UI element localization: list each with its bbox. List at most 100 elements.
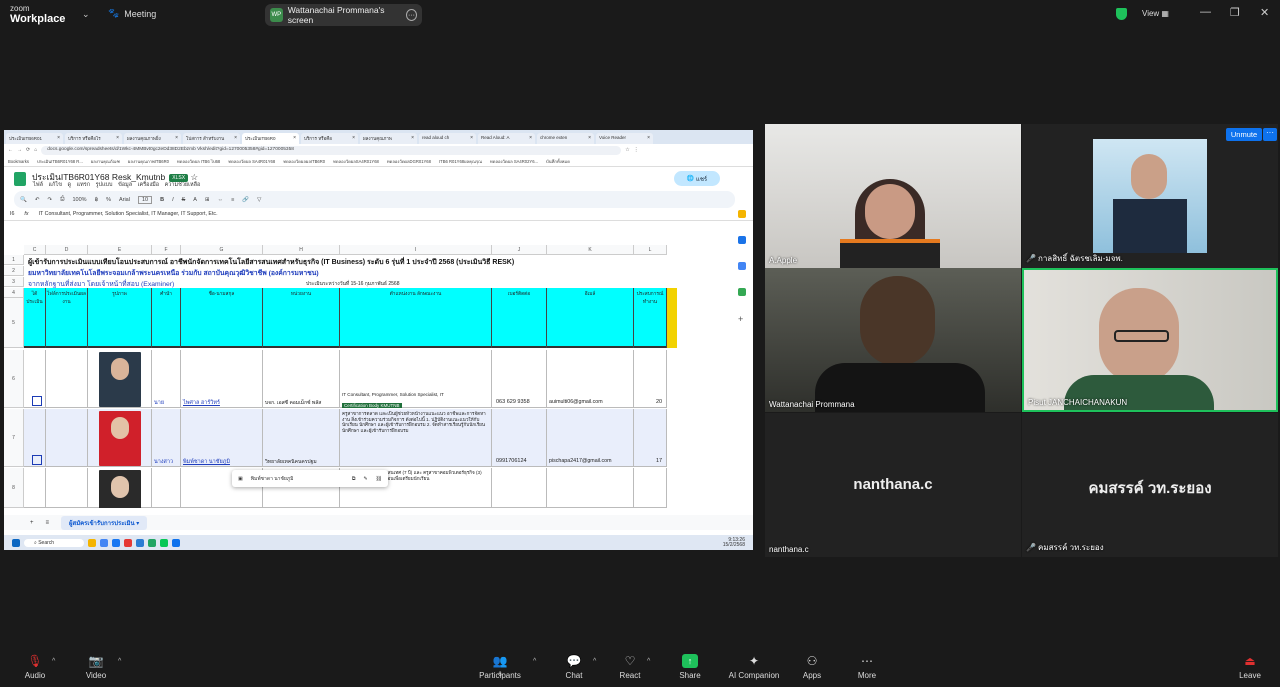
table-header-cell[interactable]: หน่วยงาน (263, 288, 340, 348)
chrome-icon[interactable] (100, 538, 108, 547)
participant-tile-pisut-active-speaker[interactable]: Pisut JANCHAICHANAKUN (1022, 268, 1278, 412)
line-icon[interactable] (160, 538, 168, 547)
table-header-cell[interactable]: เบอร์ติดต่อ (492, 288, 547, 348)
close-tab-icon[interactable]: × (470, 135, 473, 141)
column-header[interactable]: I (340, 245, 492, 255)
taskbar-search[interactable]: ⌕ Search (24, 538, 84, 547)
text-color-icon[interactable]: A (193, 197, 197, 203)
home-icon[interactable]: ⌂ (34, 147, 37, 153)
audio-button[interactable]: 🎙 Audio (5, 654, 65, 680)
bookmark-item[interactable]: ทดลองวัดผล SA4R01Y68 (228, 158, 275, 165)
close-tab-icon[interactable]: × (234, 135, 237, 141)
column-header[interactable]: H (263, 245, 340, 255)
column-header[interactable]: J (492, 245, 547, 255)
table-header-cell[interactable]: ตำแหน่งงาน ลักษณะงาน (340, 288, 492, 348)
more-icon[interactable]: ··· (1263, 128, 1277, 141)
chevron-down-icon[interactable]: ⌄ (82, 9, 90, 20)
react-caret-icon[interactable]: ^ (647, 658, 650, 665)
filter-icon[interactable]: ▽ (257, 197, 261, 203)
close-tab-icon[interactable]: × (588, 135, 591, 141)
unmute-button[interactable]: Unmute (1226, 128, 1262, 141)
meeting-menu[interactable]: 🐾 Meeting (108, 8, 156, 19)
table-cell[interactable] (46, 468, 88, 508)
column-header[interactable]: D (46, 245, 88, 255)
participant-tile-komsan[interactable]: คมสรรค์ วท.ระยอง 🎤 คมสรรค์ วท.ระยอง (1022, 413, 1278, 557)
strikethrough-icon[interactable]: S (182, 197, 186, 203)
add-addon-icon[interactable]: + (738, 314, 746, 324)
close-tab-icon[interactable]: × (529, 135, 532, 141)
forward-icon[interactable]: → (17, 147, 22, 153)
close-tab-icon[interactable]: × (647, 135, 650, 141)
italic-icon[interactable]: I (172, 197, 174, 203)
bookmark-item[interactable]: ทดลองวัดผลDGR01Y68 (387, 158, 431, 165)
contacts-icon[interactable] (738, 262, 746, 270)
video-caret-icon[interactable]: ^ (118, 658, 121, 665)
apps-button[interactable]: ⚇ Apps (782, 654, 842, 680)
windows-start-icon[interactable] (12, 538, 20, 547)
sheet-title-line2[interactable]: ยมหาวิทยาลัยเทคโนโลยีพระจอมเกล้าพระนครเห… (28, 267, 319, 278)
percent-icon[interactable]: % (106, 197, 111, 203)
participants-button[interactable]: 👥6 Participants (470, 654, 530, 680)
browser-tab[interactable]: ผลงานคุณภาพ × (360, 133, 417, 144)
star-icon[interactable]: ☆ (625, 147, 629, 153)
bookmark-item[interactable]: ทดลองวัดผลSA4R01Y68 (333, 158, 379, 165)
font-size-input[interactable]: 10 (137, 195, 153, 204)
word-icon[interactable] (136, 538, 144, 547)
table-cell[interactable] (340, 350, 492, 408)
participant-tile-wattanachai[interactable]: Wattanachai Prommana (765, 268, 1021, 412)
bookmark-item[interactable]: ทดลองวัดผล SA4R02Y6... (490, 158, 538, 165)
react-button[interactable]: ♡ React (600, 654, 660, 680)
unlink-icon[interactable]: ⛓ (376, 476, 382, 482)
browser-tab[interactable]: read aloud ch × (419, 133, 476, 144)
spreadsheet-grid[interactable]: ผู้เข้ารับการประเมินแบบเทียบโอนประสบการณ… (4, 245, 726, 508)
screen-share-pill[interactable]: WP Wattanachai Prommana's screen ··· (265, 4, 422, 26)
bookmark-item[interactable]: ผลงานคุณภาพITB6R0 (128, 158, 169, 165)
table-cell[interactable] (492, 468, 547, 508)
maps-icon[interactable] (738, 288, 746, 296)
table-cell[interactable] (24, 468, 46, 508)
keep-icon[interactable] (738, 210, 746, 218)
merge-icon[interactable]: ⇔ (218, 197, 224, 203)
bookmark-item[interactable]: Bookmarks (8, 159, 29, 164)
participant-tile-kalasit[interactable]: 🎤 กาลสิทธิ์ ฉัตรชเลิม-มจพ. (1022, 124, 1278, 268)
browser-tab[interactable]: Read Aloud: A × (478, 133, 535, 144)
link-icon[interactable]: 🔗 (242, 197, 249, 203)
share-screen-button[interactable]: ↑ Share (660, 654, 720, 680)
facebook-icon[interactable] (112, 538, 120, 547)
extensions-icon[interactable]: ⋮ (634, 147, 639, 153)
row-header[interactable]: 7 (4, 409, 24, 467)
restore-icon[interactable]: ❐ (1230, 6, 1240, 19)
table-cell[interactable] (46, 350, 88, 408)
browser-tab[interactable]: ผลงานคุณภาพยิ่ง × (124, 133, 181, 144)
row-header[interactable]: 3 (4, 277, 24, 287)
bookmark-item[interactable]: ประเมินITB6R01Y68 R... (37, 158, 83, 165)
menu-bar[interactable]: ไฟล์ แก้ไข ดู แทรก รูปแบบ ข้อมูล เครื่อง… (33, 181, 200, 189)
table-cell[interactable] (46, 409, 88, 467)
row-header[interactable]: 2 (4, 266, 24, 276)
sheet-tab[interactable]: ผู้สมัครเข้ารับการประเมิน ▾ (61, 515, 148, 530)
browser-tab[interactable]: ประเมินITB6R0 × (242, 133, 299, 144)
row-header[interactable]: 6 (4, 350, 24, 408)
bookmark-item[interactable]: บันทึกทั้งหมด (546, 158, 570, 165)
browser-tab[interactable]: โปสการ สำหรับงาน × (183, 133, 240, 144)
copy-icon[interactable]: ⧉ (352, 476, 356, 482)
table-header-cell[interactable]: ไฟล์การประเมินผลงาน (46, 288, 88, 348)
cell-reference[interactable]: I6 (10, 211, 14, 217)
participant-tile-a-apple[interactable]: A.Apple (765, 124, 1021, 268)
browser-tab[interactable]: Voice Reader × (596, 133, 653, 144)
table-header-cell[interactable]: ชื่อ-นามสกุล (181, 288, 263, 348)
close-tab-icon[interactable]: × (293, 135, 296, 141)
search-icon[interactable]: 🔍 (20, 197, 27, 203)
chat-caret-icon[interactable]: ^ (593, 658, 596, 665)
close-tab-icon[interactable]: × (411, 135, 414, 141)
participant-tile-nanthana[interactable]: nanthana.c nanthana.c (765, 413, 1021, 557)
approval-checkbox[interactable] (32, 396, 42, 406)
close-icon[interactable]: ✕ (1260, 6, 1269, 19)
excel-icon[interactable] (148, 538, 156, 547)
zoom-select[interactable]: 100% (72, 197, 86, 203)
browser-tab[interactable]: ประเมินITB6R01 × (6, 133, 63, 144)
table-header-cell[interactable]: ประสบการณ์ทำงาน (634, 288, 667, 348)
applicant-name-link[interactable]: ไพศาล ฮาร์วิทร์ (183, 399, 220, 407)
formula-input[interactable]: IT Consultant, Programmer, Solution Spec… (39, 211, 218, 217)
approval-checkbox[interactable] (32, 455, 42, 465)
